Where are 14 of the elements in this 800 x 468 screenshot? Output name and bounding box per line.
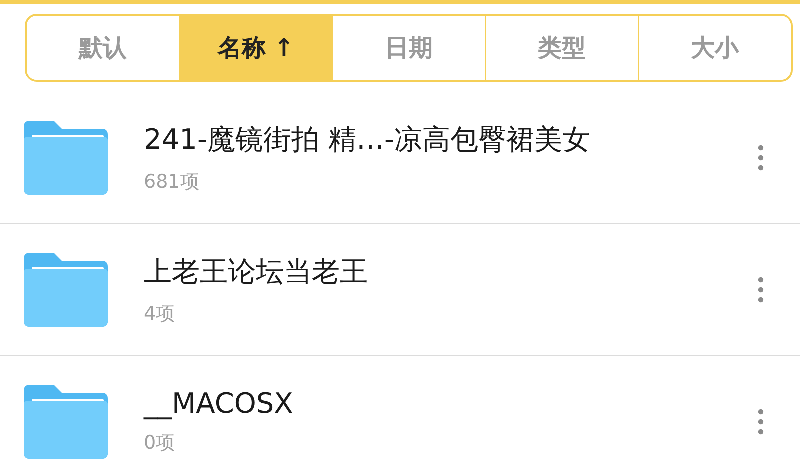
item-count: 681项 (144, 170, 200, 194)
sort-tab[interactable]: 大小 (638, 16, 791, 80)
folder-icon (24, 252, 108, 326)
folder-name: __MACOSX (144, 387, 294, 420)
more-options-icon[interactable] (758, 408, 764, 434)
folder-name: 上老王论坛当老王 (144, 254, 369, 290)
folder-icon (24, 120, 108, 194)
more-options-icon[interactable] (758, 276, 764, 302)
folder-name: 241-魔镜街拍 精…-凉高包臀裙美女 (144, 122, 592, 158)
folder-icon (24, 384, 108, 458)
sort-tab[interactable]: 名称 ↑ (179, 16, 332, 80)
more-options-icon[interactable] (758, 144, 764, 170)
item-count: 0项 (144, 431, 176, 456)
item-count: 4项 (144, 302, 176, 326)
